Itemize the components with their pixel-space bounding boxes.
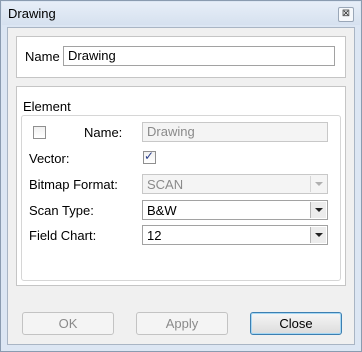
bitmap-format-label: Bitmap Format: — [29, 177, 118, 192]
dialog-body: Name Drawing Element Name: Drawing Vecto… — [7, 27, 355, 345]
dialog-window: Drawing ⊠ Name Drawing Element Name: Dra… — [0, 0, 362, 352]
apply-button[interactable]: Apply — [136, 312, 228, 335]
checkmark-icon: ✓ — [144, 149, 155, 163]
name-checkbox[interactable] — [33, 126, 46, 139]
field-chart-value: 12 — [147, 228, 162, 243]
element-name-label: Name: — [84, 125, 123, 140]
title-bar[interactable]: Drawing ⊠ — [2, 2, 360, 25]
element-group-label: Element — [23, 99, 71, 114]
close-button[interactable]: Close — [250, 312, 342, 335]
element-panel: Element Name: Drawing Vector: ✓ Bitmap F… — [16, 86, 346, 286]
name-input[interactable]: Drawing — [63, 46, 335, 66]
bitmap-format-value: SCAN — [147, 177, 184, 192]
bitmap-format-select[interactable]: SCAN — [142, 174, 328, 194]
scan-type-value: B&W — [147, 203, 177, 218]
chevron-down-icon[interactable] — [310, 227, 326, 243]
close-icon[interactable]: ⊠ — [338, 7, 354, 22]
scan-type-select[interactable]: B&W — [142, 200, 328, 220]
field-chart-label: Field Chart: — [29, 228, 97, 243]
vector-label: Vector: — [29, 151, 70, 166]
vector-checkbox[interactable]: ✓ — [143, 149, 156, 164]
element-name-input[interactable]: Drawing — [142, 122, 328, 142]
ok-button[interactable]: OK — [22, 312, 114, 335]
field-chart-select[interactable]: 12 — [142, 225, 328, 245]
scan-type-label: Scan Type: — [29, 203, 94, 218]
chevron-down-icon[interactable] — [310, 176, 326, 192]
window-title: Drawing — [8, 6, 56, 21]
chevron-down-icon[interactable] — [310, 202, 326, 218]
name-panel: Name Drawing — [16, 36, 346, 78]
name-label: Name — [25, 49, 60, 64]
